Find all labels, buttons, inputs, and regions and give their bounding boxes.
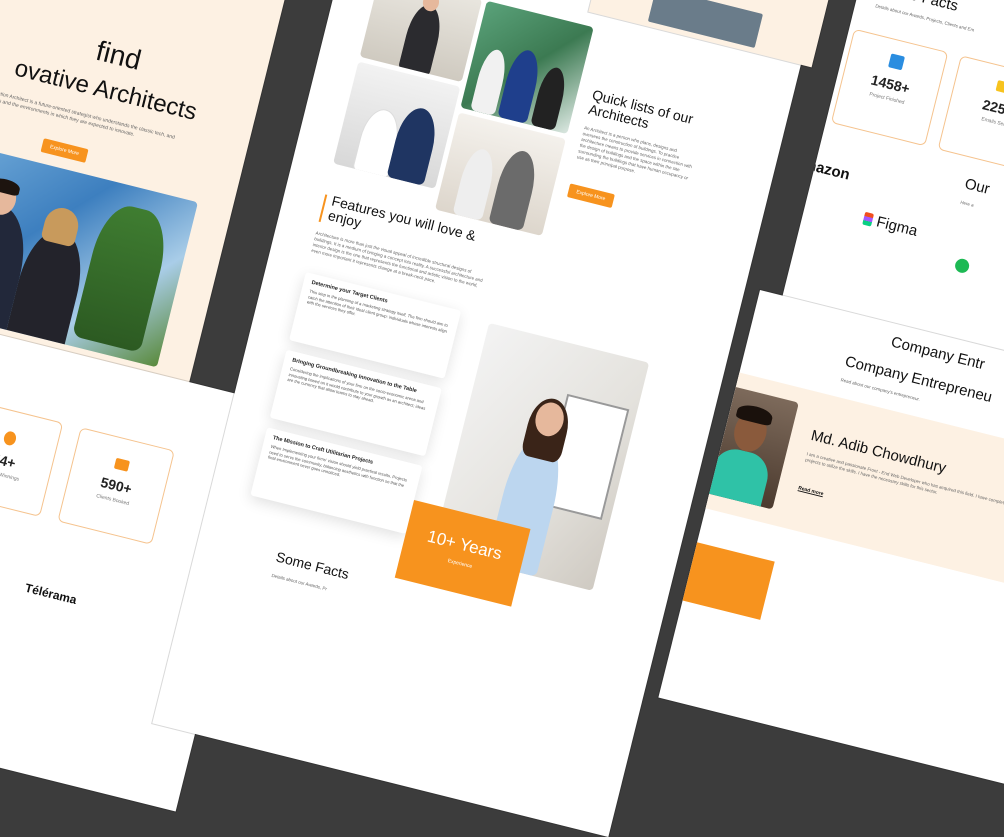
- clients-card: 590+ Clients Booked: [57, 427, 175, 545]
- architects-photo-3: [333, 61, 461, 189]
- partners-desc: Here a: [959, 199, 975, 208]
- building-icon: [887, 53, 905, 71]
- features-title-accent: [318, 194, 328, 223]
- figma-logo-row: Figma: [861, 210, 919, 241]
- amazon-logo: amazon: [793, 153, 852, 184]
- architects-photo-4: [434, 112, 566, 237]
- architects-photo-2: [460, 0, 594, 135]
- envelope-icon: [994, 79, 1004, 94]
- telerama-logo: Télérama: [23, 580, 79, 608]
- explore-more-button[interactable]: Explore More: [40, 138, 89, 163]
- projects-card: 1458+ Project Finished: [830, 28, 949, 147]
- emails-card: 2257 Emails Sent: [937, 55, 1004, 173]
- some-facts-desc-bottom: Details about our Awards, Pr: [271, 572, 328, 592]
- calendar-icon: [113, 457, 130, 472]
- partners-title: Our: [963, 175, 992, 198]
- awards-card: 54+ Awards Winnings: [0, 399, 64, 517]
- hero-title-line-1: find: [93, 34, 145, 76]
- spotify-icon: [953, 257, 971, 275]
- read-more-link[interactable]: Read more: [797, 485, 824, 497]
- right-facts-desc: Details about our Awards, Projects, Clie…: [874, 3, 975, 33]
- quick-explore-button[interactable]: Explore More: [566, 183, 615, 209]
- figma-icon: [862, 212, 874, 227]
- hero-team-photo: [0, 132, 198, 368]
- medal-icon: [1, 430, 18, 447]
- figma-logo: Figma: [874, 213, 920, 240]
